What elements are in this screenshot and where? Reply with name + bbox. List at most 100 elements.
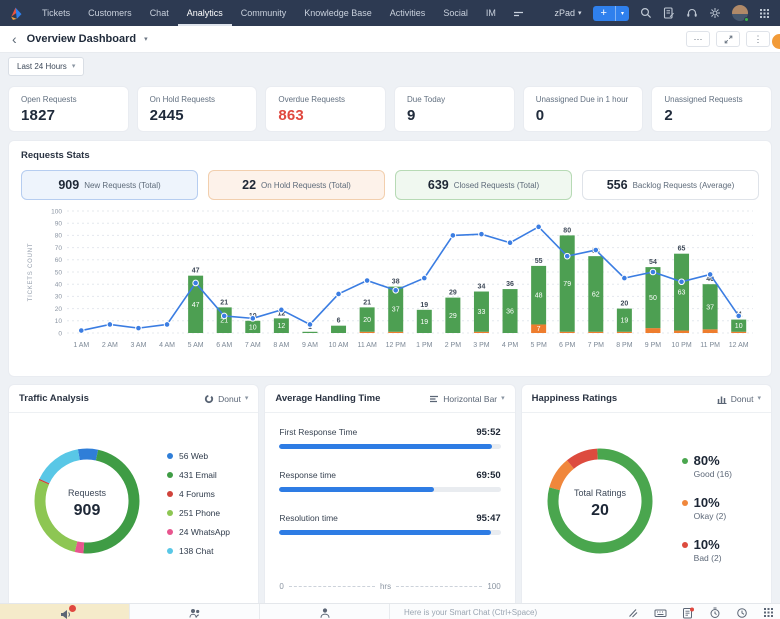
workspace-switcher[interactable]: zPad ▾ <box>555 8 582 18</box>
avatar[interactable] <box>732 5 749 22</box>
legend-item-251-phone[interactable]: 251 Phone <box>167 508 230 518</box>
smart-chat-input[interactable]: Here is your Smart Chat (Ctrl+Space) <box>390 604 627 619</box>
nav-item-knowledge-base[interactable]: Knowledge Base <box>295 0 381 26</box>
happiness-donut-chart: Total Ratings 20 <box>547 448 653 554</box>
svg-text:9 AM: 9 AM <box>302 342 318 349</box>
page-title: Overview Dashboard <box>26 33 137 45</box>
tasks-icon[interactable] <box>682 607 694 619</box>
svg-text:2 AM: 2 AM <box>102 342 118 349</box>
pill-label: Closed Requests (Total) <box>453 180 540 190</box>
svg-text:80: 80 <box>563 227 571 234</box>
announcements-tab[interactable] <box>0 604 130 619</box>
handling-row-head: Resolution time 95:47 <box>279 513 500 524</box>
chart-type-selector[interactable]: Donut ▾ <box>717 394 761 404</box>
legend-dot <box>681 541 688 548</box>
kpi-label: Due Today <box>407 95 446 104</box>
legend-item-24-whatsapp[interactable]: 24 WhatsApp <box>167 527 230 537</box>
keyboard-icon[interactable] <box>654 607 667 619</box>
legend-item-138-chat[interactable]: 138 Chat <box>167 546 230 556</box>
nav-item-activities[interactable]: Activities <box>381 0 435 26</box>
svg-text:10: 10 <box>249 324 257 331</box>
rating-percent: 10% <box>693 495 720 510</box>
svg-text:10: 10 <box>735 323 743 330</box>
kpi-card-open-requests[interactable]: Open Requests 1827 <box>8 86 129 132</box>
svg-text:6 AM: 6 AM <box>216 342 232 349</box>
axis-line <box>396 586 483 587</box>
settings-icon[interactable] <box>709 7 721 19</box>
kpi-card-due-today[interactable]: Due Today 9 <box>394 86 515 132</box>
svg-text:7 PM: 7 PM <box>588 342 605 349</box>
svg-text:90: 90 <box>55 221 63 228</box>
panel-body: Requests 909 56 Web 431 Email 4 Forums 251 P… <box>9 413 258 603</box>
svg-text:47: 47 <box>192 302 200 309</box>
svg-text:7: 7 <box>537 326 541 333</box>
svg-text:50: 50 <box>649 295 657 302</box>
apps-grid-icon[interactable] <box>759 8 770 19</box>
nav-item-im[interactable]: IM <box>477 0 505 26</box>
legend-item-56-web[interactable]: 56 Web <box>167 451 230 461</box>
chart-type-selector[interactable]: Donut ▾ <box>204 394 248 404</box>
rating-legend-bad-2-[interactable]: 10% Bad (2) <box>681 537 732 563</box>
legend-item-431-email[interactable]: 431 Email <box>167 470 230 480</box>
stat-pill-backlog-requests-average-[interactable]: 556 Backlog Requests (Average) <box>582 170 759 200</box>
nav-item-social[interactable]: Social <box>434 0 477 26</box>
svg-text:36: 36 <box>506 309 514 316</box>
kpi-card-unassigned-due-in-1-hour[interactable]: Unassigned Due in 1 hour 0 <box>522 86 644 132</box>
assist-fab[interactable] <box>772 34 780 49</box>
presence-dot <box>744 17 749 22</box>
stat-pill-closed-requests-total-[interactable]: 639 Closed Requests (Total) <box>395 170 572 200</box>
feedback-icon[interactable] <box>663 7 675 19</box>
rating-percent: 80% <box>693 453 720 468</box>
nav-item-community[interactable]: Community <box>232 0 296 26</box>
kpi-card-unassigned-requests[interactable]: Unassigned Requests 2 <box>651 86 773 132</box>
nav-more-icon[interactable] <box>505 8 532 19</box>
svg-text:3 PM: 3 PM <box>473 342 490 349</box>
headset-icon[interactable] <box>686 7 698 19</box>
timer-icon[interactable] <box>709 607 721 619</box>
nav-item-customers[interactable]: Customers <box>79 0 141 26</box>
svg-text:TICKETS COUNT: TICKETS COUNT <box>28 243 34 302</box>
svg-text:33: 33 <box>478 309 486 316</box>
stat-pill-new-requests-total-[interactable]: 909 New Requests (Total) <box>21 170 198 200</box>
kpi-card-overdue-requests[interactable]: Overdue Requests 863 <box>265 86 387 132</box>
nav-item-tickets[interactable]: Tickets <box>33 0 79 26</box>
legend-text: 431 Email <box>179 470 217 480</box>
nav-item-chat[interactable]: Chat <box>141 0 178 26</box>
legend-dot <box>167 548 173 554</box>
more-options-button[interactable]: ⋯ <box>686 31 710 47</box>
kpi-card-on-hold-requests[interactable]: On Hold Requests 2445 <box>136 86 258 132</box>
kpi-value: 1827 <box>21 107 56 124</box>
rating-legend-good-16-[interactable]: 80% Good (16) <box>681 453 732 479</box>
kpi-label: Overdue Requests <box>278 95 346 104</box>
svg-text:0: 0 <box>58 330 62 337</box>
svg-text:5 AM: 5 AM <box>188 342 204 349</box>
back-button[interactable]: ‹ <box>10 32 19 46</box>
section-title: Requests Stats <box>21 150 90 161</box>
chevron-down-icon[interactable]: ▾ <box>144 35 148 43</box>
svg-text:5 PM: 5 PM <box>530 342 547 349</box>
agents-tab[interactable] <box>130 604 260 619</box>
chevron-down-icon: ▾ <box>71 62 76 70</box>
rating-legend-okay-2-[interactable]: 10% Okay (2) <box>681 495 732 521</box>
rating-label: Okay (2) <box>693 511 727 521</box>
svg-text:80: 80 <box>55 233 63 240</box>
legend-item-4-forums[interactable]: 4 Forums <box>167 489 230 499</box>
visitors-tab[interactable] <box>260 604 390 619</box>
traffic-donut-chart: Requests 909 <box>34 448 140 554</box>
stat-pill-on-hold-requests-total-[interactable]: 22 On Hold Requests (Total) <box>208 170 385 200</box>
expand-button[interactable] <box>716 31 740 47</box>
quick-add-button[interactable]: + ▾ <box>592 5 629 21</box>
search-icon[interactable] <box>640 7 652 19</box>
time-range-filter[interactable]: Last 24 Hours ▾ <box>8 56 85 76</box>
app-logo[interactable] <box>8 6 23 21</box>
chart-type-selector[interactable]: Horizontal Bar ▾ <box>429 394 505 404</box>
svg-text:12 AM: 12 AM <box>729 342 749 349</box>
apps-icon[interactable] <box>763 607 774 618</box>
kebab-menu-button[interactable]: ⋮ <box>746 31 770 47</box>
history-icon[interactable] <box>736 607 748 619</box>
svg-text:6: 6 <box>337 318 341 325</box>
axis-max: 100 <box>487 582 501 591</box>
zia-icon[interactable] <box>627 607 639 619</box>
nav-item-analytics[interactable]: Analytics <box>178 0 232 26</box>
svg-text:11 PM: 11 PM <box>700 342 720 349</box>
